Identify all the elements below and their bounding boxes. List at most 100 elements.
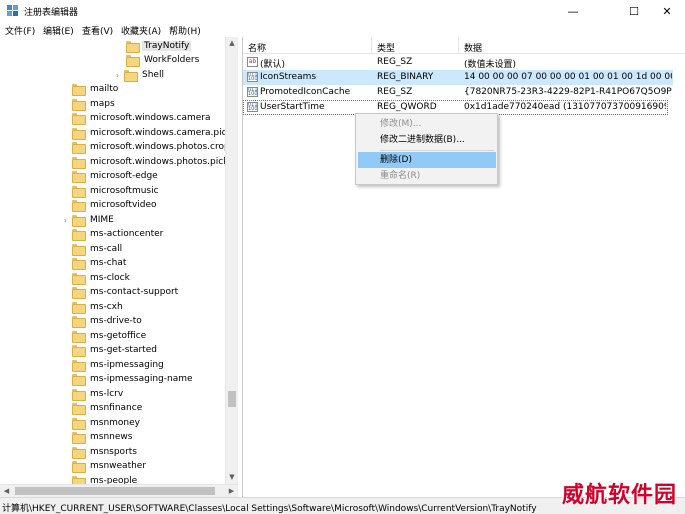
folder-icon xyxy=(72,360,86,372)
tree-horizontal-scrollbar[interactable]: ◀ ▶ xyxy=(0,484,238,497)
value-name: IconStreams xyxy=(260,72,317,82)
tree-item[interactable]: ms-drive-to xyxy=(72,314,144,328)
value-row[interactable]: 01101001 IconStreams REG_BINARY 14 00 00… xyxy=(243,70,673,85)
tree-item[interactable]: maps xyxy=(72,97,117,111)
tree-item-label: MIME xyxy=(90,215,114,225)
tree-item[interactable]: microsoft.windows.camera.picke xyxy=(72,126,237,140)
binary-value-icon: 01101001 xyxy=(247,72,258,82)
tree-item[interactable]: WorkFolders xyxy=(126,53,201,67)
expand-chevron-icon[interactable]: › xyxy=(61,216,70,225)
folder-icon xyxy=(126,55,140,67)
tree-item[interactable]: ms-call xyxy=(72,242,124,256)
value-data: {7820NR75-23R3-4229-82P1-R41PO67Q5O9P} xyxy=(464,87,672,97)
value-type: REG_SZ xyxy=(377,87,413,97)
tree-item-label: mailto xyxy=(90,84,119,94)
tree-item[interactable]: microsoft.windows.photos.picker xyxy=(72,155,238,169)
tree-item-label: microsoft.windows.camera.picke xyxy=(90,128,237,138)
regedit-app-icon xyxy=(7,5,18,16)
tree-item[interactable]: ms-get-started xyxy=(72,343,159,357)
tree-item[interactable]: msnmoney xyxy=(72,416,142,430)
column-header-data[interactable]: 数据 xyxy=(464,41,482,54)
folder-icon xyxy=(72,84,86,96)
tree-item[interactable]: › MIME xyxy=(61,213,116,227)
folder-icon xyxy=(72,432,86,444)
menu-item-delete[interactable]: 删除(D) xyxy=(358,152,496,168)
minimize-button[interactable]: — xyxy=(557,0,589,22)
tree-item[interactable]: mailto xyxy=(72,82,120,96)
tree-item-label: ms-call xyxy=(90,244,123,254)
tree-item[interactable]: ms-clock xyxy=(72,271,132,285)
folder-icon xyxy=(72,142,86,154)
tree-item-label: microsoftmusic xyxy=(90,186,159,196)
key-tree[interactable]: TrayNotify WorkFolders › Shell mailto ma… xyxy=(0,37,238,497)
tree-item[interactable]: ms-actioncenter xyxy=(72,227,165,241)
tree-item-label: microsoft-edge xyxy=(90,171,158,181)
tree-vertical-scrollbar[interactable]: ▲ ▼ xyxy=(225,37,238,484)
menu-separator xyxy=(380,150,494,151)
folder-icon xyxy=(72,157,86,169)
column-header-type[interactable]: 类型 xyxy=(377,41,395,54)
tree-item-label: ms-ipmessaging-name xyxy=(90,374,193,384)
menu-edit[interactable]: 编辑(E) xyxy=(43,24,74,37)
scroll-left-icon[interactable]: ◀ xyxy=(0,485,13,497)
folder-icon xyxy=(72,418,86,430)
tree-item[interactable]: › Shell xyxy=(113,68,166,82)
tree-item-label: msnsports xyxy=(90,447,137,457)
minimize-icon: — xyxy=(567,4,579,18)
tree-item[interactable]: msnweather xyxy=(72,459,148,473)
menu-file[interactable]: 文件(F) xyxy=(5,24,35,37)
folder-icon xyxy=(72,403,86,415)
scroll-right-icon[interactable]: ▶ xyxy=(225,485,238,497)
tree-item-label: microsoft.windows.photos.picker xyxy=(90,157,238,167)
menu-favorites[interactable]: 收藏夹(A) xyxy=(121,24,161,37)
tree-item[interactable]: ms-getoffice xyxy=(72,329,148,343)
tree-item[interactable]: microsoftvideo xyxy=(72,198,159,212)
maximize-button[interactable]: ☐ xyxy=(618,0,650,22)
tree-item[interactable]: microsoft.windows.camera xyxy=(72,111,213,125)
tree-item[interactable]: microsoft-edge xyxy=(72,169,160,183)
tree-item[interactable]: ms-chat xyxy=(72,256,128,270)
list-header: 名称 类型 数据 xyxy=(243,37,685,54)
tree-item[interactable]: msnnews xyxy=(72,430,134,444)
value-row[interactable]: 01101001 PromotedIconCache REG_SZ {7820N… xyxy=(243,85,673,100)
values-list[interactable]: 名称 类型 数据 ab (默认) REG_SZ (数值未设置) 01101001… xyxy=(242,37,685,497)
scroll-thumb[interactable] xyxy=(228,391,236,407)
scroll-thumb[interactable] xyxy=(15,487,215,495)
column-divider[interactable] xyxy=(371,37,372,54)
tree-item[interactable]: msnfinance xyxy=(72,401,144,415)
tree-item[interactable]: ms-lcrv xyxy=(72,387,125,401)
tree-item[interactable]: ms-ipmessaging-name xyxy=(72,372,195,386)
tree-item[interactable]: ms-cxh xyxy=(72,300,125,314)
tree-item[interactable]: TrayNotify xyxy=(126,39,192,53)
folder-icon xyxy=(124,70,138,82)
menu-help[interactable]: 帮助(H) xyxy=(169,24,201,37)
menu-view[interactable]: 查看(V) xyxy=(82,24,113,37)
menu-item-rename[interactable]: 重命名(R) xyxy=(358,168,496,184)
scroll-down-icon[interactable]: ▼ xyxy=(226,471,238,484)
scroll-up-icon[interactable]: ▲ xyxy=(226,37,238,50)
tree-item[interactable]: ms-ipmessaging xyxy=(72,358,166,372)
value-row[interactable]: ab (默认) REG_SZ (数值未设置) xyxy=(243,55,673,70)
folder-icon xyxy=(72,316,86,328)
tree-item-label: ms-get-started xyxy=(90,345,157,355)
tree-item[interactable]: microsoft.windows.photos.crop xyxy=(72,140,232,154)
tree-item[interactable]: microsoftmusic xyxy=(72,184,161,198)
expand-chevron-icon[interactable]: › xyxy=(113,71,122,80)
close-icon: ✕ xyxy=(662,4,672,18)
close-button[interactable]: ✕ xyxy=(651,0,683,22)
title-bar: 注册表编辑器 — ☐ ✕ xyxy=(0,0,685,22)
menu-item-modify-binary[interactable]: 修改二进制数据(B)... xyxy=(358,132,496,148)
status-path: 计算机\HKEY_CURRENT_USER\SOFTWARE\Classes\L… xyxy=(2,504,537,514)
tree-item-label: msnfinance xyxy=(90,403,143,413)
menu-item-modify[interactable]: 修改(M)... xyxy=(358,116,496,132)
column-header-name[interactable]: 名称 xyxy=(248,41,266,54)
tree-item-label: msnmoney xyxy=(90,418,141,428)
folder-icon xyxy=(72,447,86,459)
tree-item[interactable]: msnsports xyxy=(72,445,139,459)
maximize-icon: ☐ xyxy=(629,4,639,18)
tree-item-label: ms-chat xyxy=(90,258,127,268)
column-divider[interactable] xyxy=(458,37,459,54)
tree-item[interactable]: ms-contact-support xyxy=(72,285,180,299)
tree-item-label: ms-lcrv xyxy=(90,389,124,399)
value-name: (默认) xyxy=(260,60,286,70)
